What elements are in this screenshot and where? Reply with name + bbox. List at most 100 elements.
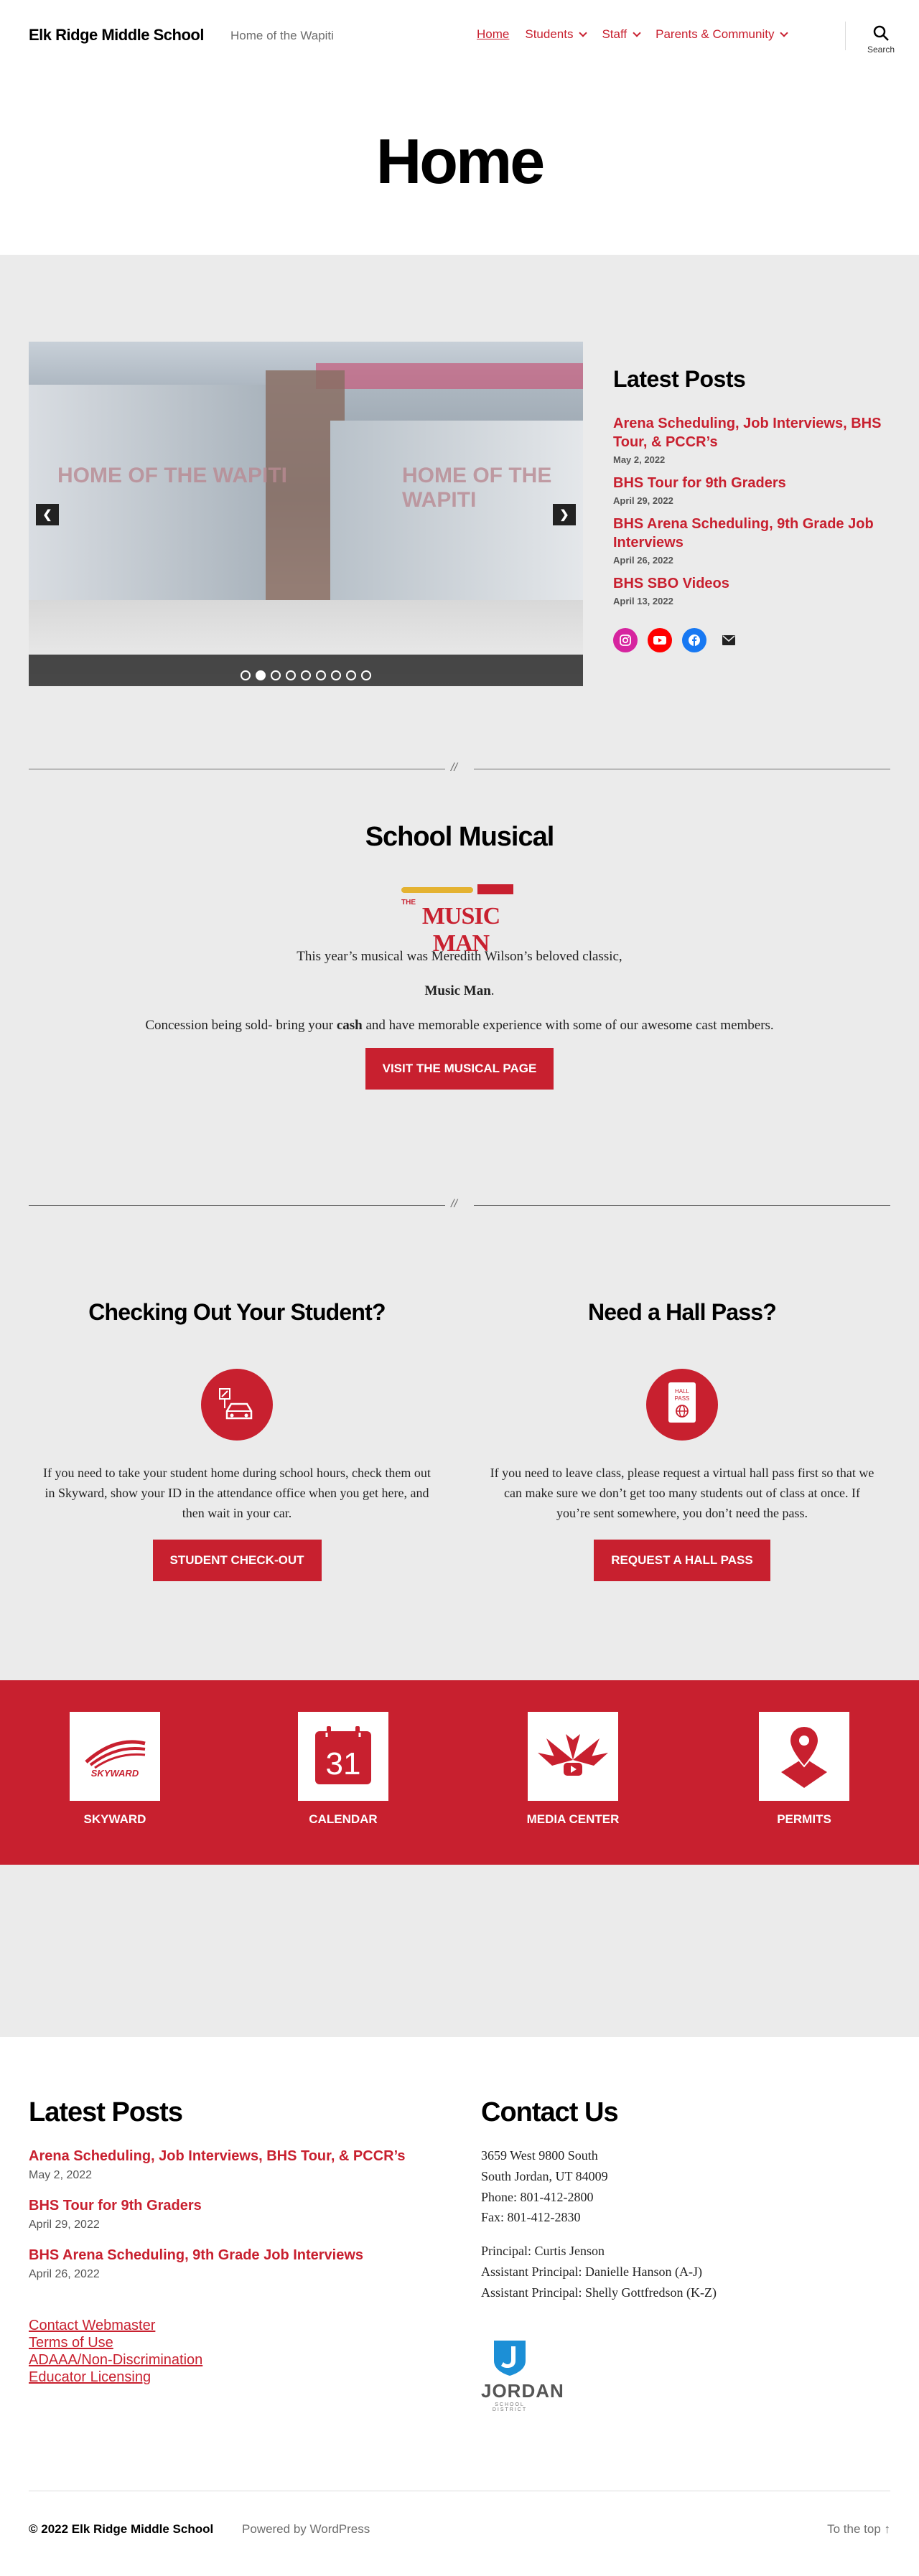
- nav-item-label: Parents & Community: [656, 27, 775, 41]
- quick-link-media-center[interactable]: MEDIA CENTER: [508, 1712, 638, 1827]
- musical-name: Music Man: [424, 983, 491, 998]
- fax: Fax: 801-412-2830: [481, 2210, 581, 2225]
- contact-webmaster-link[interactable]: Contact Webmaster: [29, 2317, 431, 2334]
- calendar-icon-text: 31: [326, 1746, 361, 1781]
- trombone-icon: [401, 887, 473, 893]
- page-header: Home: [0, 73, 919, 255]
- nav-item-label: Staff: [602, 27, 628, 41]
- musical-title-line: Music Man.: [29, 983, 890, 999]
- to-the-top-link[interactable]: To the top ↑: [827, 2522, 890, 2537]
- quick-link-label: SKYWARD: [83, 1812, 146, 1826]
- school-musical-section: School Musical THE MUSIC MAN This year’s…: [29, 822, 890, 1090]
- district-name: JORDAN: [481, 2379, 564, 2402]
- post-link[interactable]: BHS SBO Videos: [613, 574, 893, 593]
- student-checkout-button[interactable]: STUDENT CHECK-OUT: [152, 1539, 322, 1581]
- calendar-icon[interactable]: 31: [298, 1712, 388, 1801]
- search-label: Search: [867, 45, 895, 55]
- adaaa-link[interactable]: ADAAA/Non-Discrimination: [29, 2351, 431, 2369]
- hall-pass-icon: HALL PASS: [646, 1369, 718, 1441]
- primary-nav: Home Students Staff Parents & Community: [477, 27, 789, 42]
- separator-line: [474, 1205, 890, 1206]
- separator-mark: //: [451, 1198, 457, 1210]
- nav-item-students[interactable]: Students: [525, 27, 588, 42]
- post-date: April 29, 2022: [613, 495, 673, 506]
- chevron-left-icon: ❮: [42, 509, 52, 521]
- footer-widgets: Latest Posts Arena Scheduling, Job Inter…: [0, 2037, 919, 2491]
- image-slider[interactable]: HOME OF THE WAPITI HOME OF THE WAPITI ❮ …: [29, 342, 583, 686]
- skyward-logo-icon[interactable]: SKYWARD: [70, 1712, 160, 1801]
- slider-next-button[interactable]: ❯: [553, 504, 576, 525]
- photo-building-left: [29, 385, 266, 600]
- music-man-logo: THE MUSIC MAN: [398, 880, 521, 957]
- media-center-icon[interactable]: [528, 1712, 618, 1801]
- footer-contact: Contact Us 3659 West 9800 South South Jo…: [481, 2097, 883, 2412]
- youtube-icon[interactable]: [648, 628, 672, 652]
- social-links: [613, 628, 893, 652]
- footer-heading: Contact Us: [481, 2097, 619, 2127]
- separator-line: [29, 1205, 445, 1206]
- nav-item-parents-community[interactable]: Parents & Community: [656, 27, 789, 42]
- search-button[interactable]: Search: [867, 24, 895, 55]
- slider-dot[interactable]: [271, 670, 281, 680]
- concession-bold: cash: [336, 1018, 363, 1033]
- nav-item-label: Home: [477, 27, 510, 41]
- hall-pass-text: If you need to leave class, please reque…: [490, 1466, 874, 1520]
- mail-icon[interactable]: [717, 628, 741, 652]
- post-link[interactable]: Arena Scheduling, Job Interviews, BHS To…: [29, 2148, 431, 2165]
- chevron-down-icon[interactable]: [579, 29, 588, 37]
- post-link[interactable]: BHS Arena Scheduling, 9th Grade Job Inte…: [613, 515, 893, 552]
- post-date: April 13, 2022: [613, 596, 673, 606]
- map-pin-icon[interactable]: [759, 1712, 849, 1801]
- terms-of-use-link[interactable]: Terms of Use: [29, 2334, 431, 2351]
- slider-prev-button[interactable]: ❮: [36, 504, 59, 525]
- post-date: May 2, 2022: [613, 454, 666, 465]
- photo-awning-red: [316, 363, 583, 389]
- slider-dot[interactable]: [346, 670, 356, 680]
- school-entrance-photo: HOME OF THE WAPITI HOME OF THE WAPITI: [29, 342, 583, 686]
- jordan-district-logo[interactable]: JORDAN SCHOOL DISTRICT: [481, 2339, 564, 2412]
- post-link[interactable]: BHS Tour for 9th Graders: [613, 474, 893, 492]
- slider-controls: [29, 655, 583, 686]
- slider-dot[interactable]: [301, 670, 311, 680]
- assistant-principal: Assistant Principal: Shelly Gottfredson …: [481, 2285, 717, 2300]
- instagram-icon[interactable]: [613, 628, 638, 652]
- post-date: April 26, 2022: [613, 555, 673, 566]
- slider-dot[interactable]: [286, 670, 296, 680]
- post-link[interactable]: BHS Arena Scheduling, 9th Grade Job Inte…: [29, 2247, 431, 2264]
- footer-heading: Latest Posts: [29, 2097, 183, 2127]
- section-heading: Need a Hall Pass?: [587, 1299, 777, 1325]
- quick-link-calendar[interactable]: 31 CALENDAR: [279, 1712, 408, 1827]
- slider-dot[interactable]: [331, 670, 341, 680]
- chevron-right-icon: ❯: [559, 509, 569, 521]
- latest-posts-heading: Latest Posts: [613, 366, 746, 392]
- slider-dot[interactable]: [256, 670, 266, 680]
- post-date: May 2, 2022: [29, 2169, 93, 2181]
- quick-link-permits[interactable]: PERMITS: [740, 1712, 869, 1827]
- slider-dot[interactable]: [241, 670, 251, 680]
- nav-item-staff[interactable]: Staff: [602, 27, 641, 42]
- post-link[interactable]: BHS Tour for 9th Graders: [29, 2198, 431, 2214]
- musical-concession: Concession being sold- bring your cash a…: [29, 1018, 890, 1034]
- slider-dot[interactable]: [316, 670, 326, 680]
- chevron-down-icon[interactable]: [633, 29, 641, 37]
- concession-text: Concession being sold- bring your: [145, 1018, 337, 1033]
- logo-title: MUSIC MAN: [421, 903, 500, 957]
- educator-licensing-link[interactable]: Educator Licensing: [29, 2369, 431, 2386]
- chevron-down-icon[interactable]: [780, 29, 789, 37]
- section-separator: //: [29, 1198, 890, 1212]
- slider-dot[interactable]: [361, 670, 371, 680]
- principal: Principal: Curtis Jenson: [481, 2244, 605, 2259]
- section-heading: Checking Out Your Student?: [88, 1299, 386, 1325]
- search-icon: [873, 25, 889, 41]
- latest-posts-widget: Latest Posts Arena Scheduling, Job Inter…: [613, 366, 893, 652]
- powered-by-link[interactable]: Powered by WordPress: [242, 2522, 370, 2537]
- request-hall-pass-button[interactable]: REQUEST A HALL PASS: [594, 1539, 770, 1581]
- nav-item-home[interactable]: Home: [477, 27, 509, 42]
- facebook-icon[interactable]: [682, 628, 706, 652]
- site-title[interactable]: Elk Ridge Middle School: [29, 26, 204, 45]
- section-separator: //: [29, 762, 890, 776]
- quick-link-skyward[interactable]: SKYWARD SKYWARD: [50, 1712, 179, 1827]
- visit-musical-button[interactable]: VISIT THE MUSICAL PAGE: [365, 1048, 554, 1090]
- post-link[interactable]: Arena Scheduling, Job Interviews, BHS To…: [613, 414, 893, 451]
- svg-text:PASS: PASS: [675, 1395, 690, 1402]
